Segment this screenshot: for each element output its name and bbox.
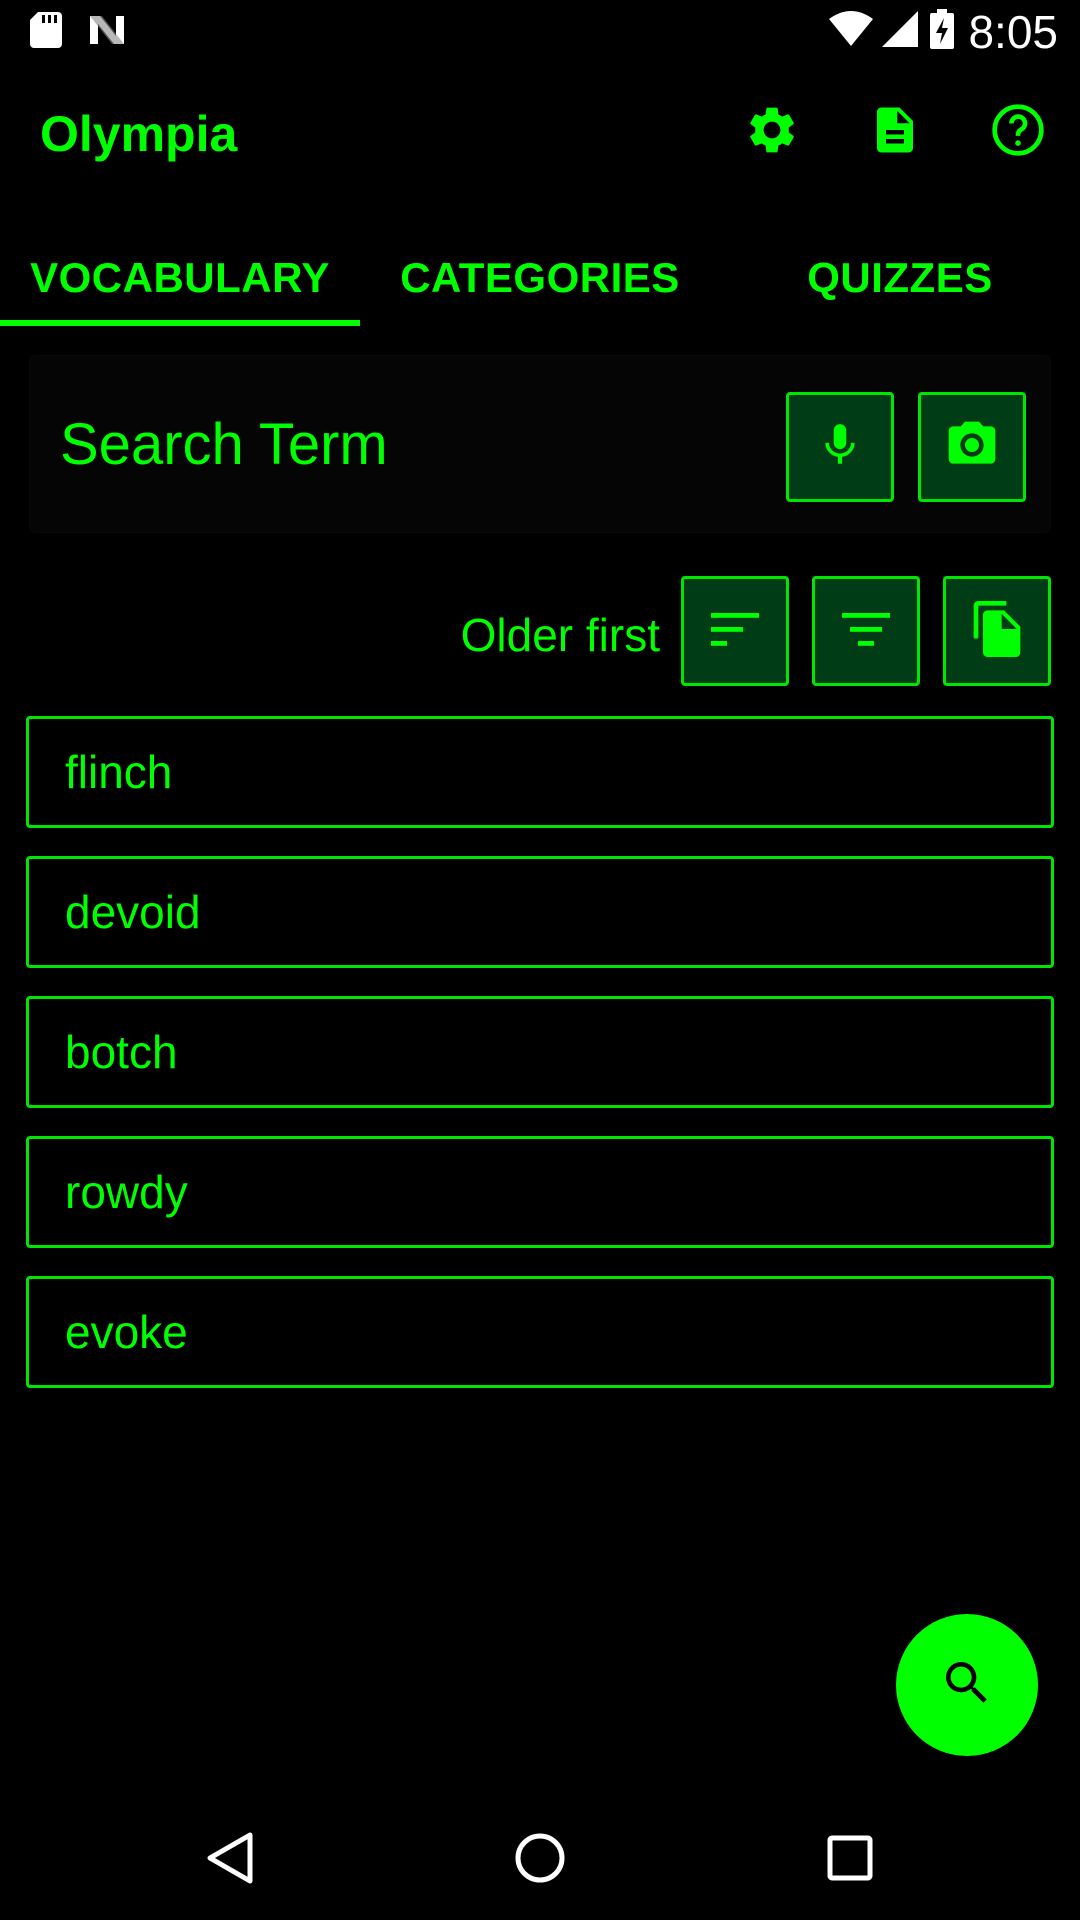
- screen: 8:05 Olympia VOCABULARY CATEGORIES QUIZZ…: [0, 0, 1080, 1920]
- tab-categories[interactable]: CATEGORIES: [360, 230, 720, 326]
- copy-button[interactable]: [943, 576, 1051, 686]
- settings-button[interactable]: [740, 100, 804, 164]
- tab-quizzes[interactable]: QUIZZES: [720, 230, 1080, 326]
- copy-icon: [969, 597, 1025, 666]
- voice-search-button[interactable]: [786, 392, 894, 502]
- search-card: [30, 356, 1050, 532]
- help-button[interactable]: [986, 100, 1050, 164]
- settings-icon: [744, 102, 800, 163]
- vocabulary-item[interactable]: flinch: [26, 716, 1054, 828]
- navigation-bar: [0, 1800, 1080, 1920]
- camera-icon: [944, 419, 1000, 476]
- back-button[interactable]: [188, 1818, 272, 1902]
- wifi-icon: [828, 11, 874, 52]
- help-icon: [990, 102, 1046, 163]
- status-right-icons: 8:05: [828, 0, 1058, 63]
- vocabulary-item[interactable]: botch: [26, 996, 1054, 1108]
- search-fab[interactable]: [896, 1614, 1038, 1756]
- tab-vocabulary[interactable]: VOCABULARY: [0, 230, 360, 326]
- app-title: Olympia: [40, 106, 238, 162]
- sort-icon: [709, 609, 761, 654]
- battery-charging-icon: [930, 9, 955, 54]
- filter-button[interactable]: [812, 576, 920, 686]
- clock: 8:05: [968, 5, 1058, 58]
- document-button[interactable]: [863, 100, 927, 164]
- search-icon: [939, 1655, 995, 1716]
- filter-icon: [840, 609, 892, 654]
- microphone-icon: [815, 416, 865, 479]
- home-icon: [513, 1831, 567, 1890]
- document-icon: [868, 102, 922, 163]
- vocabulary-item[interactable]: devoid: [26, 856, 1054, 968]
- sort-button[interactable]: [681, 576, 789, 686]
- status-bar: 8:05: [0, 0, 1080, 63]
- sort-order-label: Older first: [460, 609, 660, 661]
- search-input[interactable]: [60, 396, 760, 492]
- vocabulary-item[interactable]: rowdy: [26, 1136, 1054, 1248]
- camera-search-button[interactable]: [918, 392, 1026, 502]
- recents-button[interactable]: [808, 1818, 892, 1902]
- vocabulary-item[interactable]: evoke: [26, 1276, 1054, 1388]
- back-icon: [202, 1830, 258, 1891]
- home-button[interactable]: [498, 1818, 582, 1902]
- cell-signal-icon: [882, 11, 919, 52]
- recents-icon: [826, 1834, 874, 1887]
- n-notification-icon: [88, 14, 126, 51]
- sd-card-icon: [30, 12, 62, 53]
- tab-bar: VOCABULARY CATEGORIES QUIZZES: [0, 230, 1080, 326]
- tab-indicator: [0, 320, 360, 326]
- vocabulary-list: flinch devoid botch rowdy evoke: [26, 716, 1054, 1416]
